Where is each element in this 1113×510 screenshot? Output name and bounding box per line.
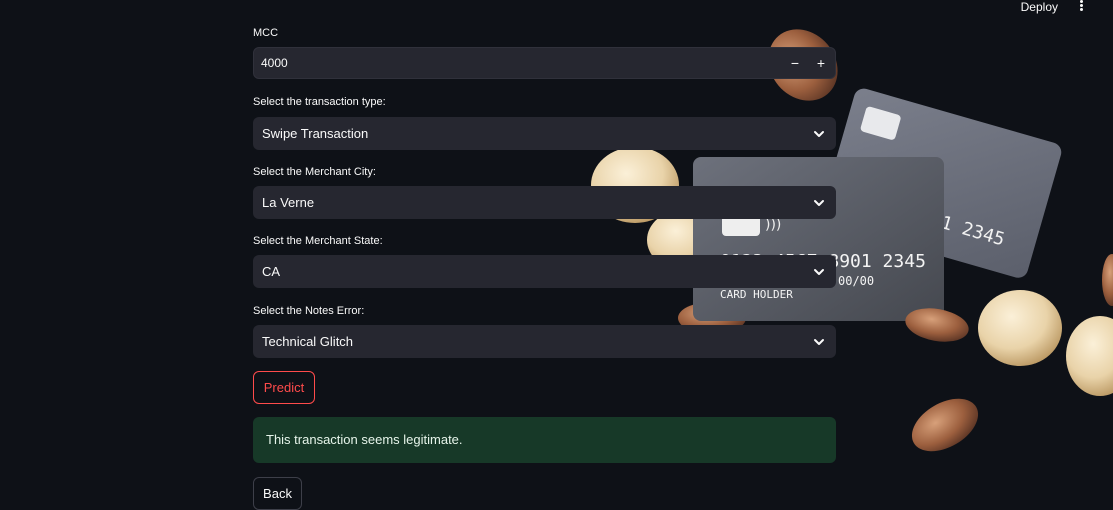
predict-button[interactable]: Predict: [253, 371, 315, 404]
notes-error-value: Technical Glitch: [262, 334, 354, 349]
merchant-city-select[interactable]: La Verne: [253, 186, 836, 219]
coin-icon: [911, 398, 979, 452]
svg-text:00/00: 00/00: [838, 274, 874, 288]
mcc-value: 4000: [261, 56, 288, 70]
coin-icon: [978, 290, 1062, 366]
front-credit-card: ))) 0123 4567 8901 2345 00/00 CARD HOLDE…: [693, 157, 944, 321]
chevron-down-icon: [814, 131, 824, 137]
merchant-state-label: Select the Merchant State:: [253, 235, 383, 247]
transaction-type-select[interactable]: Swipe Transaction: [253, 117, 836, 150]
mcc-label: MCC: [253, 27, 279, 39]
svg-text:CARD HOLDER: CARD HOLDER: [720, 288, 793, 301]
merchant-city-label: Select the Merchant City:: [253, 166, 376, 178]
mcc-number-input[interactable]: 4000 − +: [253, 47, 836, 79]
transaction-type-label: Select the transaction type:: [253, 96, 386, 108]
back-button[interactable]: Back: [253, 477, 302, 510]
coin-icon: [1102, 254, 1113, 306]
chevron-down-icon: [814, 200, 824, 206]
decrement-button[interactable]: −: [782, 48, 808, 78]
deploy-button[interactable]: Deploy: [1021, 0, 1058, 14]
merchant-state-select[interactable]: CA: [253, 255, 836, 288]
coin-icon: [1066, 316, 1113, 396]
notes-error-label: Select the Notes Error:: [253, 305, 365, 317]
notes-error-select[interactable]: Technical Glitch: [253, 325, 836, 358]
chevron-down-icon: [814, 339, 824, 345]
transaction-type-value: Swipe Transaction: [262, 126, 369, 141]
increment-button[interactable]: +: [808, 48, 834, 78]
kebab-menu-icon[interactable]: [1075, 0, 1087, 13]
success-alert: This transaction seems legitimate.: [253, 417, 836, 463]
svg-text:))): ))): [765, 217, 781, 233]
merchant-city-value: La Verne: [262, 195, 315, 210]
merchant-state-value: CA: [262, 264, 281, 279]
chevron-down-icon: [814, 269, 824, 275]
